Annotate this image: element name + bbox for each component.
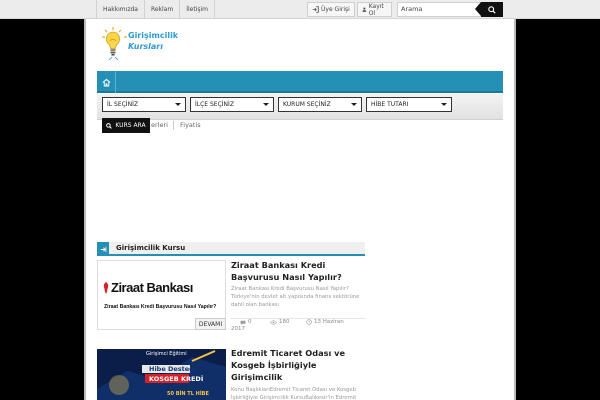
- sign-in-icon: [312, 6, 319, 13]
- view-count: 180: [270, 319, 290, 325]
- read-more-button[interactable]: DEVAMI: [195, 318, 226, 330]
- banner-hibe-text: Hibe Desteği: [149, 365, 197, 373]
- post-title[interactable]: Ziraat Bankası Kredi Başvurusu Nasıl Yap…: [231, 259, 365, 283]
- top-nav: Hakkımızda Reklam İletişim: [96, 0, 216, 19]
- kurum-select-value: KURUM SEÇİNİZ: [283, 101, 331, 108]
- lightbulb-icon: [102, 27, 127, 61]
- post-date-value: 13 Haziran: [314, 319, 344, 325]
- banner-kosgeb-text: KOSGEB KREDİ: [149, 375, 204, 383]
- post-date-year: 2017: [231, 326, 245, 332]
- post-title[interactable]: Edremit Ticaret Odası ve Kosgeb İşbirliğ…: [231, 347, 365, 383]
- top-link-about[interactable]: Hakkımızda: [96, 0, 144, 19]
- post-excerpt: Ziraat Bankası Kredi Başvurusu Nasıl Yap…: [231, 286, 360, 308]
- search-button[interactable]: [475, 2, 503, 17]
- subnav-divider: [173, 121, 174, 130]
- post-excerpt: Konu BaşlıklarıEdremit Ticaret Odası ve …: [231, 387, 357, 400]
- kurs-ara-label: KURS ARA: [115, 122, 146, 129]
- comment-icon: [240, 320, 246, 325]
- chevron-down-icon: [441, 103, 447, 106]
- logo-text-bottom: Kursları: [128, 42, 163, 51]
- thumbnail-caption: Ziraat Bankası Kredi Başvurusu Nasıl Yap…: [104, 304, 217, 310]
- il-select[interactable]: İL SEÇİNİZ: [102, 97, 186, 112]
- comment-count: 0: [240, 319, 252, 325]
- kurs-ara-button[interactable]: KURS ARA: [102, 118, 150, 133]
- view-count-value: 180: [279, 319, 290, 325]
- section-icon: [97, 242, 109, 256]
- il-select-value: İL SEÇİNİZ: [107, 101, 138, 108]
- search-icon: [488, 5, 496, 14]
- thumbnail-brand: Ziraat Bankası: [111, 280, 193, 295]
- main-navbar: [97, 71, 503, 93]
- home-icon: [102, 78, 110, 87]
- post-date: 13 Haziran: [306, 319, 344, 325]
- subnav-item-1[interactable]: erleri: [151, 121, 168, 129]
- banner-top-text: Girişimci Eğitimi: [146, 351, 187, 357]
- ilce-select[interactable]: İLÇE SEÇİNİZ: [190, 97, 274, 112]
- search-icon: [106, 122, 113, 129]
- register-label: Kayıt Ol: [368, 2, 384, 17]
- arrow-right-icon: [100, 246, 106, 252]
- hibe-select-value: HİBE TUTARI: [371, 101, 409, 108]
- eye-icon: [270, 319, 277, 325]
- login-button[interactable]: Üye Girişi: [307, 2, 355, 17]
- top-link-contact[interactable]: İletişim: [179, 0, 216, 19]
- chevron-down-icon: [175, 103, 181, 106]
- clock-icon: [306, 319, 312, 325]
- top-link-ads[interactable]: Reklam: [143, 0, 179, 19]
- post-thumbnail[interactable]: Girişimci Eğitimi Hibe Desteği KOSGEB KR…: [97, 349, 226, 400]
- comment-count-value: 0: [248, 319, 252, 325]
- kurum-select[interactable]: KURUM SEÇİNİZ: [278, 97, 362, 112]
- login-label: Üye Girişi: [321, 6, 350, 13]
- subnav-item-2[interactable]: Fiyatis: [180, 121, 201, 129]
- user-icon: [362, 7, 367, 12]
- register-button[interactable]: Kayıt Ol: [357, 2, 392, 17]
- banner-bottom-text: 50 BİN TL HİBE: [167, 391, 209, 397]
- ilce-select-value: İLÇE SEÇİNİZ: [195, 101, 234, 108]
- chevron-down-icon: [351, 103, 357, 106]
- section-title: Girişimcilik Kursu: [116, 244, 186, 252]
- home-button[interactable]: [97, 71, 116, 93]
- chevron-down-icon: [263, 103, 269, 106]
- hibe-select[interactable]: HİBE TUTARI: [366, 97, 452, 112]
- logo-text-top: Girişimcilik: [128, 31, 179, 40]
- top-bar: [0, 0, 600, 19]
